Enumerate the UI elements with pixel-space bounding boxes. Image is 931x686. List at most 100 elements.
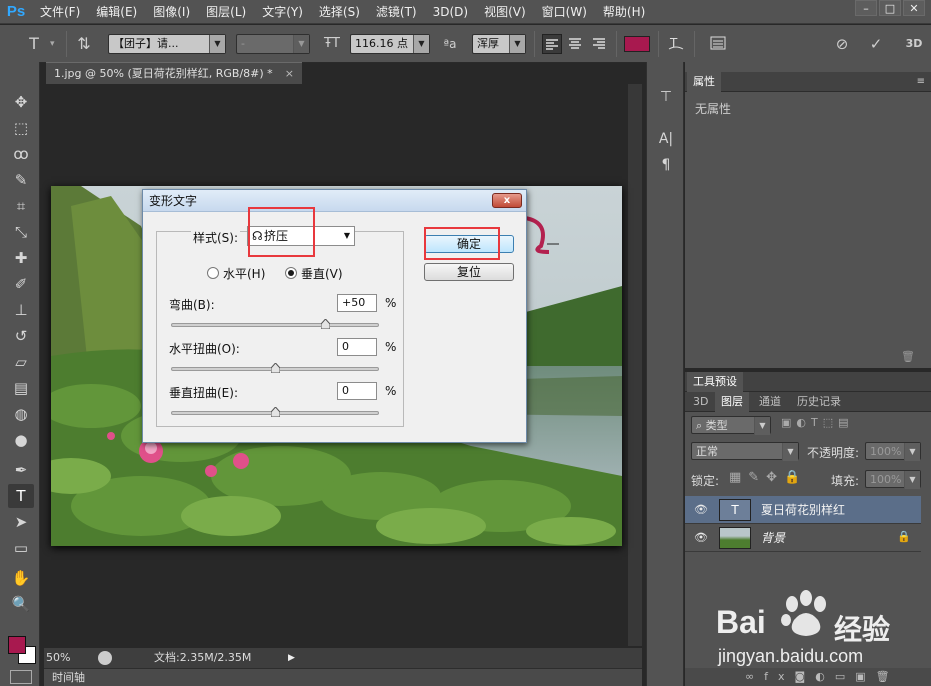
chevron-down-icon: ▼ [509,35,525,53]
quick-mask-icon[interactable] [10,670,32,684]
menu-type[interactable]: 文字(Y) [254,0,311,24]
menu-3d[interactable]: 3D(D) [425,0,476,24]
orientation-toggle-icon[interactable]: ⇅ [74,34,94,54]
foreground-color-swatch[interactable] [8,636,26,654]
eye-icon[interactable]: 👁 [693,530,709,546]
font-size-dropdown[interactable]: 116.16 点 ▼ [350,34,430,54]
horizontal-distort-slider[interactable] [171,363,379,373]
layer-name[interactable]: 背景 [761,524,785,552]
blur-tool-icon[interactable]: ◍ [8,402,34,426]
vertical-distort-slider[interactable] [171,407,379,417]
tab-3d[interactable]: 3D [687,392,714,412]
pen-tool-icon[interactable]: ✒ [8,458,34,482]
path-select-tool-icon[interactable]: ➤ [8,510,34,534]
layer-name[interactable]: 夏日荷花别样红 [761,496,845,524]
trash-icon[interactable]: 🗑 [901,350,915,363]
bend-slider-thumb[interactable] [321,319,330,329]
close-icon[interactable]: x [492,193,522,208]
chevron-down-icon[interactable]: ▾ [50,34,55,54]
crop-tool-icon[interactable]: ⌗ [8,194,34,218]
horizontal-distort-input[interactable]: 0 [337,338,377,356]
marquee-tool-icon[interactable]: ⬚ [8,116,34,140]
menu-edit[interactable]: 编辑(E) [88,0,145,24]
fill-field[interactable]: 100% ▼ [865,470,921,489]
blend-mode-dropdown[interactable]: 正常 ▼ [691,442,799,461]
reset-button[interactable]: 复位 [424,263,514,281]
warp-text-icon[interactable]: T [666,34,686,54]
shape-tool-icon[interactable]: ▭ [8,536,34,560]
move-tool-icon[interactable]: ✥ [8,90,34,114]
history-brush-tool-icon[interactable]: ↺ [8,324,34,348]
character-panel-icon[interactable] [708,34,728,54]
horizontal-label[interactable]: 水平(H) [223,265,265,282]
layer-row-text[interactable]: 👁 T 夏日荷花别样红 [685,496,921,524]
3d-button[interactable]: 3D [904,34,924,54]
align-left-button[interactable] [542,34,562,54]
close-icon[interactable]: × [285,63,294,85]
align-center-button[interactable] [566,34,586,54]
close-window-button[interactable]: ✕ [903,0,925,16]
eraser-tool-icon[interactable]: ▱ [8,350,34,374]
tab-layers[interactable]: 图层 [715,392,749,412]
paragraph-icon[interactable]: ¶ [655,154,677,176]
tab-properties[interactable]: 属性 [687,72,721,92]
eye-icon[interactable]: 👁 [693,502,709,518]
menu-layer[interactable]: 图层(L) [198,0,254,24]
vertical-scrollbar[interactable] [628,84,642,646]
brush-tool-icon[interactable]: ✐ [8,272,34,296]
zoom-tool-icon[interactable]: 🔍 [8,592,34,616]
bend-input[interactable]: +50 [337,294,377,312]
character-icon[interactable]: A| [655,128,677,150]
layer-filter-dropdown[interactable]: ⌕ 类型 ▼ [691,416,771,435]
antialias-dropdown[interactable]: 浑厚 ▼ [472,34,526,54]
vertical-radio[interactable] [285,267,297,279]
menu-select[interactable]: 选择(S) [311,0,368,24]
menu-window[interactable]: 窗口(W) [534,0,595,24]
menu-help[interactable]: 帮助(H) [595,0,653,24]
stamp-tool-icon[interactable]: ⊥ [8,298,34,322]
lasso-tool-icon[interactable]: ꝏ [8,142,34,166]
chevron-down-icon: ▼ [782,443,798,461]
panel-menu-icon[interactable]: ≡ [917,72,925,92]
eyedropper-tool-icon[interactable]: ⤡ [8,220,34,244]
cancel-icon[interactable]: ⊘ [832,34,852,54]
align-right-button[interactable] [590,34,610,54]
opacity-field[interactable]: 100% ▼ [865,442,921,461]
minimize-button[interactable]: – [855,0,877,16]
bend-slider[interactable] [171,319,379,329]
status-arrow-icon[interactable]: ▶ [288,652,295,664]
document-tab[interactable]: 1.jpg @ 50% (夏日荷花别样红, RGB/8#) * × [46,62,302,84]
healing-brush-tool-icon[interactable]: ✚ [8,246,34,270]
lock-icons[interactable]: ▦✎✥🔒 [729,470,807,485]
zoom-level[interactable]: 50% [46,648,70,668]
dodge-tool-icon[interactable]: ● [8,428,34,452]
font-family-dropdown[interactable]: 【团子】请... ▼ [108,34,226,54]
horizontal-radio[interactable] [207,267,219,279]
menu-view[interactable]: 视图(V) [476,0,534,24]
type-tool-icon[interactable]: T [8,484,34,508]
layer-row-background[interactable]: 👁 背景 🔒 [685,524,921,552]
tab-tool-presets[interactable]: 工具预设 [687,372,743,392]
horizontal-distort-thumb[interactable] [271,363,280,373]
status-menu-icon[interactable] [98,651,112,665]
vertical-distort-input[interactable]: 0 [337,382,377,400]
commit-check-icon[interactable]: ✓ [866,34,886,54]
font-style-dropdown[interactable]: - ▼ [236,34,310,54]
timeline-tab[interactable]: 时间轴 [44,668,642,686]
tab-history[interactable]: 历史记录 [791,392,847,412]
type-tool-preset-icon[interactable]: T [24,34,44,54]
tool-presets-icon[interactable]: ⊤ [655,86,677,108]
hand-tool-icon[interactable]: ✋ [8,566,34,590]
vertical-distort-thumb[interactable] [271,407,280,417]
menu-filter[interactable]: 滤镜(T) [368,0,425,24]
menu-file[interactable]: 文件(F) [32,0,88,24]
maximize-button[interactable]: □ [879,0,901,16]
gradient-tool-icon[interactable]: ▤ [8,376,34,400]
layer-filter-icons[interactable]: ▣◐T⬚▤ [781,416,854,429]
tab-channels[interactable]: 通道 [753,392,787,412]
quick-select-tool-icon[interactable]: ✎ [8,168,34,192]
status-bar: 50% 文档:2.35M/2.35M ▶ [44,648,642,668]
vertical-label[interactable]: 垂直(V) [301,265,343,282]
text-color-swatch[interactable] [624,36,650,52]
menu-image[interactable]: 图像(I) [145,0,198,24]
